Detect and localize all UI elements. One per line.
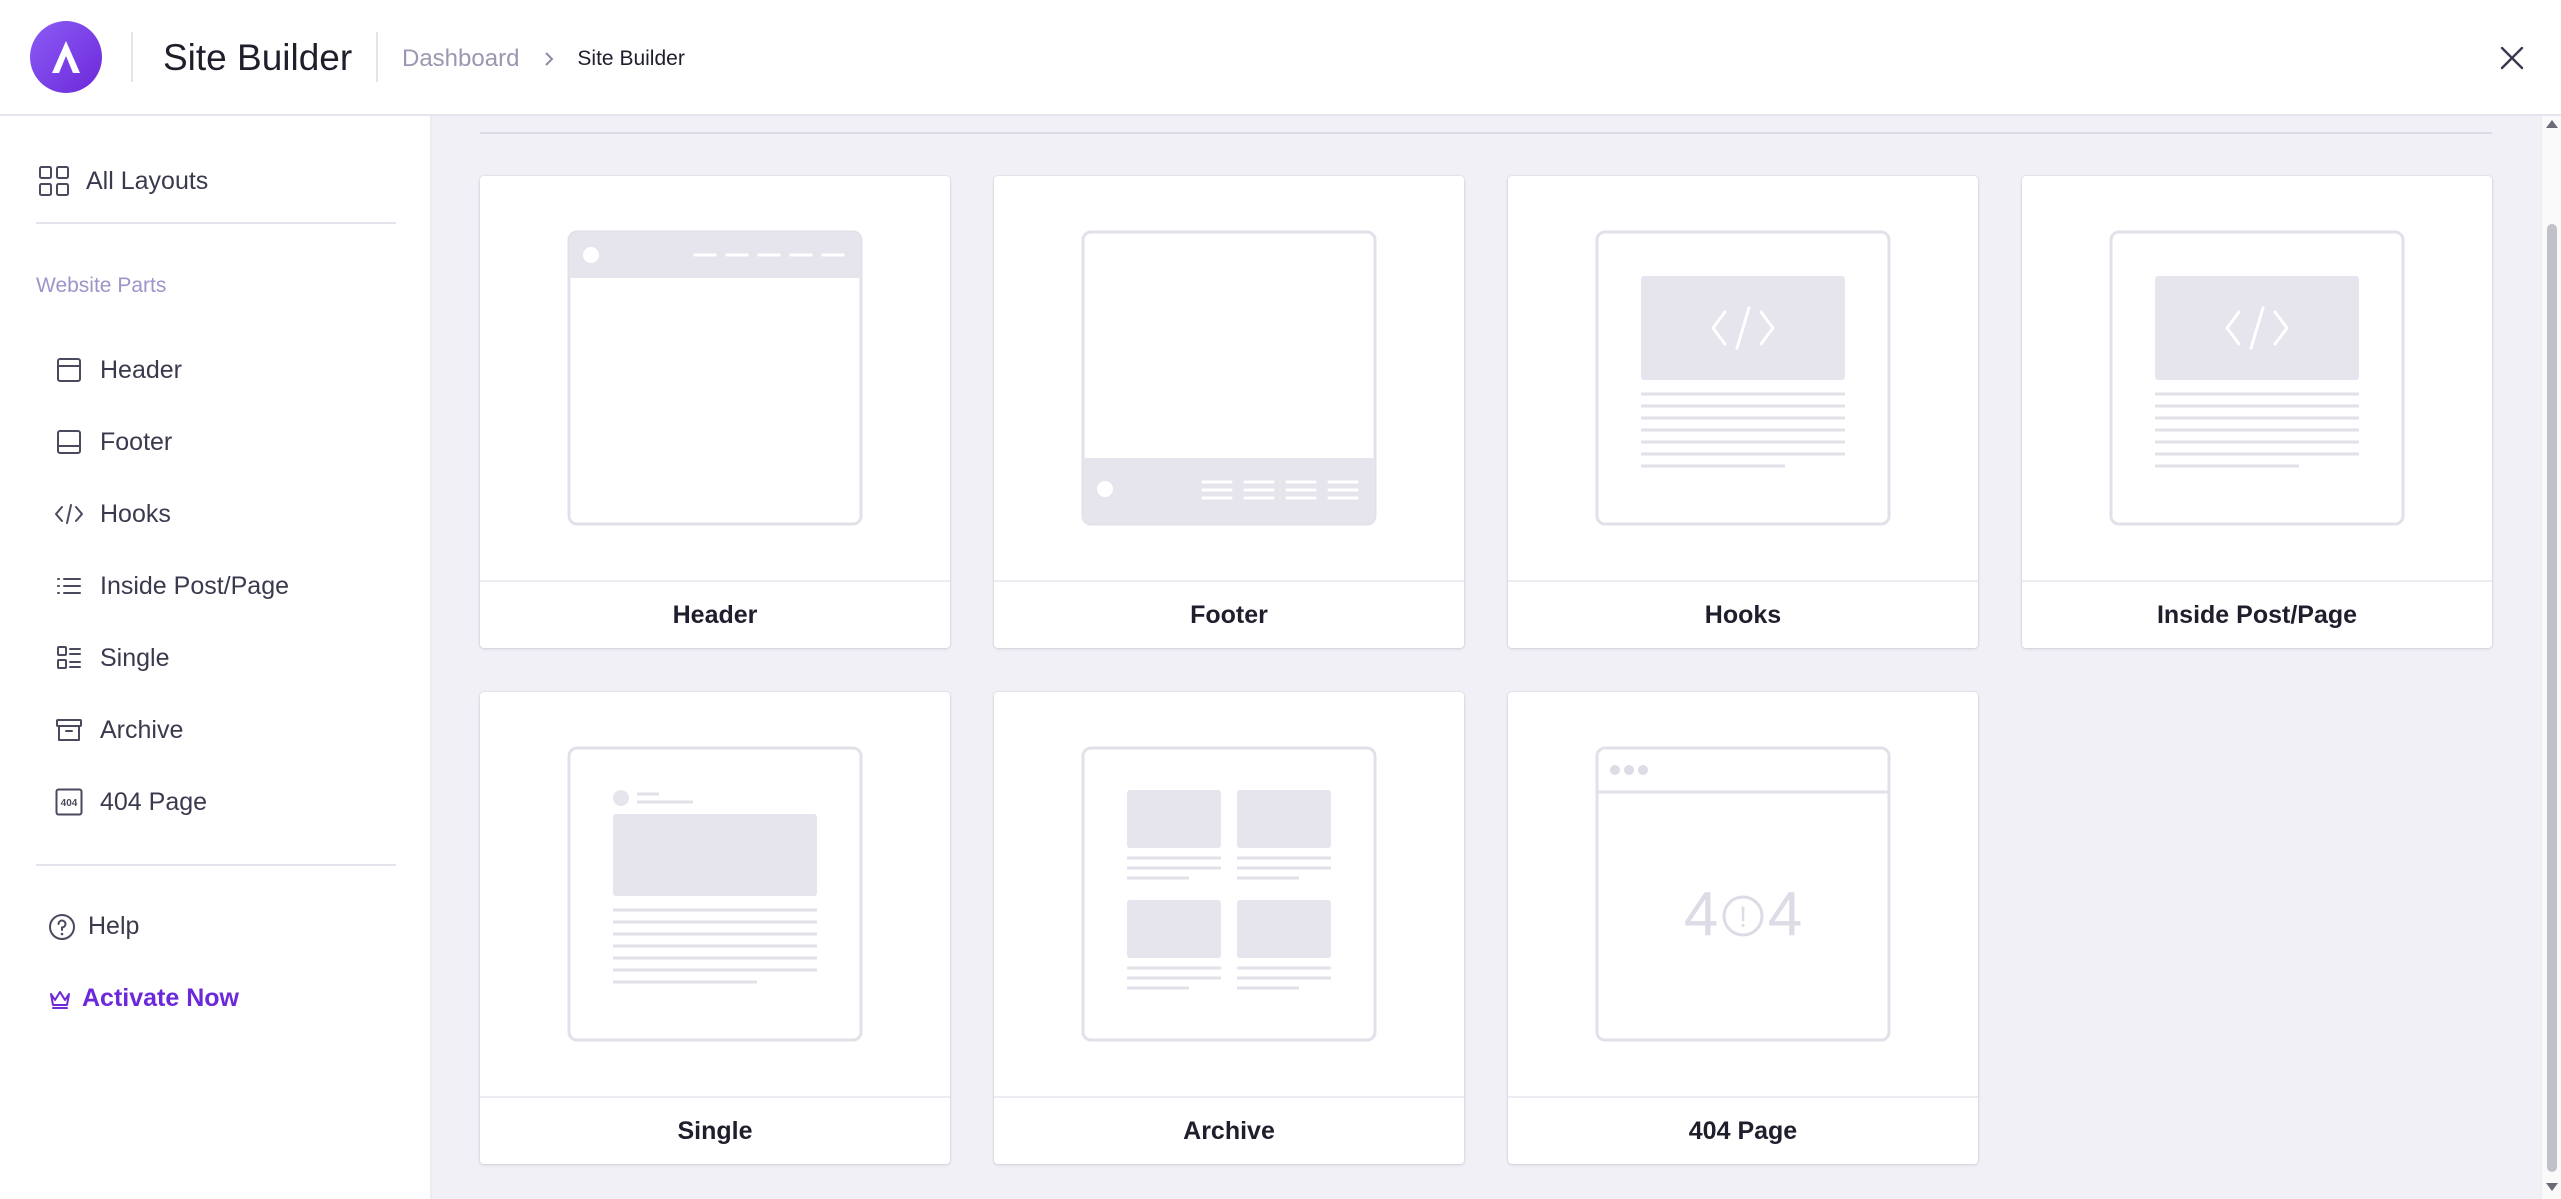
- help-link[interactable]: Help: [48, 912, 139, 941]
- sidebar-item-hooks[interactable]: Hooks: [54, 478, 289, 550]
- single-preview: [480, 692, 950, 1096]
- layout-card-header[interactable]: Header: [480, 176, 950, 648]
- sidebar-item-label: Footer: [100, 427, 173, 456]
- list-icon: [54, 571, 84, 601]
- scroll-thumb[interactable]: [2547, 224, 2557, 1172]
- sidebar-item-label: Header: [100, 355, 182, 384]
- close-button[interactable]: [2494, 40, 2530, 76]
- archive-preview: [994, 692, 1464, 1096]
- scroll-down-arrow-icon[interactable]: [2546, 1183, 2558, 1191]
- 404-icon: 404: [54, 787, 84, 817]
- layout-card-label: 404 Page: [1508, 1096, 1978, 1164]
- vertical-scrollbar[interactable]: [2541, 116, 2561, 1199]
- sidebar-item-label: Archive: [100, 715, 184, 744]
- sidebar-item-inside-post-page[interactable]: Inside Post/Page: [54, 550, 289, 622]
- 404-preview-digit: 4: [1768, 880, 1802, 949]
- topbar-divider: [131, 32, 133, 82]
- layout-card-hooks[interactable]: Hooks: [1508, 176, 1978, 648]
- help-icon: [49, 913, 75, 940]
- content-divider: [480, 132, 2492, 134]
- help-label: Help: [88, 912, 140, 940]
- hooks-preview: [1508, 176, 1978, 580]
- layout-card-label: Single: [480, 1096, 950, 1164]
- breadcrumb: Dashboard Site Builder: [402, 44, 685, 74]
- sidebar-item-archive[interactable]: Archive: [54, 694, 289, 766]
- topbar-divider: [376, 32, 378, 82]
- sidebar-divider: [36, 864, 396, 866]
- top-bar: Site Builder Dashboard Site Builder: [0, 0, 2561, 116]
- close-icon: [2500, 46, 2524, 70]
- header-preview: [480, 176, 950, 580]
- footer-preview: [994, 176, 1464, 580]
- single-post-icon: [54, 643, 84, 673]
- footer-layout-icon: [54, 427, 84, 457]
- sidebar-item-all-layouts[interactable]: All Layouts: [38, 165, 208, 197]
- sidebar-item-footer[interactable]: Footer: [54, 406, 289, 478]
- sidebar-section-title: Website Parts: [36, 274, 167, 297]
- sidebar-divider: [36, 222, 396, 224]
- activate-now-label: Activate Now: [82, 984, 239, 1012]
- grid-icon: [39, 166, 69, 196]
- sidebar-item-header[interactable]: Header: [54, 334, 289, 406]
- code-icon: [54, 499, 84, 529]
- sidebar-item-label: Single: [100, 643, 170, 672]
- sidebar-item-label: 404 Page: [100, 787, 208, 816]
- sidebar-nav: Header Footer Hooks Inside Post/Page Sin…: [54, 334, 289, 838]
- sidebar-item-label: All Layouts: [86, 166, 209, 195]
- app-title: Site Builder: [163, 37, 353, 78]
- sidebar-item-label: Hooks: [100, 499, 171, 528]
- layout-card-404-page[interactable]: 4 ! 4 404 Page: [1508, 692, 1978, 1164]
- layout-card-label: Footer: [994, 580, 1464, 648]
- layout-card-single[interactable]: Single: [480, 692, 950, 1164]
- svg-text:404: 404: [61, 798, 78, 809]
- 404-preview: 4 ! 4: [1508, 692, 1978, 1096]
- layout-card-archive[interactable]: Archive: [994, 692, 1464, 1164]
- breadcrumb-dashboard-link[interactable]: Dashboard: [402, 45, 519, 73]
- layout-card-inside-post-page[interactable]: Inside Post/Page: [2022, 176, 2492, 648]
- sidebar-item-single[interactable]: Single: [54, 622, 289, 694]
- layout-card-label: Archive: [994, 1096, 1464, 1164]
- 404-preview-digit: 4: [1684, 880, 1718, 949]
- header-layout-icon: [54, 355, 84, 385]
- sidebar-item-404-page[interactable]: 404 404 Page: [54, 766, 289, 838]
- breadcrumb-current: Site Builder: [577, 47, 685, 70]
- sidebar-item-label: Inside Post/Page: [100, 571, 290, 600]
- layout-card-label: Inside Post/Page: [2022, 580, 2492, 648]
- sidebar: All Layouts Website Parts Header Footer …: [0, 116, 432, 1199]
- inside-post-preview: [2022, 176, 2492, 580]
- layout-card-label: Hooks: [1508, 580, 1978, 648]
- layout-card-footer[interactable]: Footer: [994, 176, 1464, 648]
- chevron-right-icon: [545, 52, 554, 66]
- scroll-up-arrow-icon[interactable]: [2546, 120, 2558, 128]
- layout-grid: Header Footer Hooks Inside Post/Page Sin…: [434, 116, 2541, 1199]
- archive-box-icon: [54, 715, 84, 745]
- layout-card-label: Header: [480, 580, 950, 648]
- crown-icon: [50, 990, 70, 1009]
- activate-now-link[interactable]: Activate Now: [48, 984, 239, 1013]
- astra-logo-icon[interactable]: [30, 21, 102, 93]
- 404-preview-mark: !: [1739, 901, 1747, 934]
